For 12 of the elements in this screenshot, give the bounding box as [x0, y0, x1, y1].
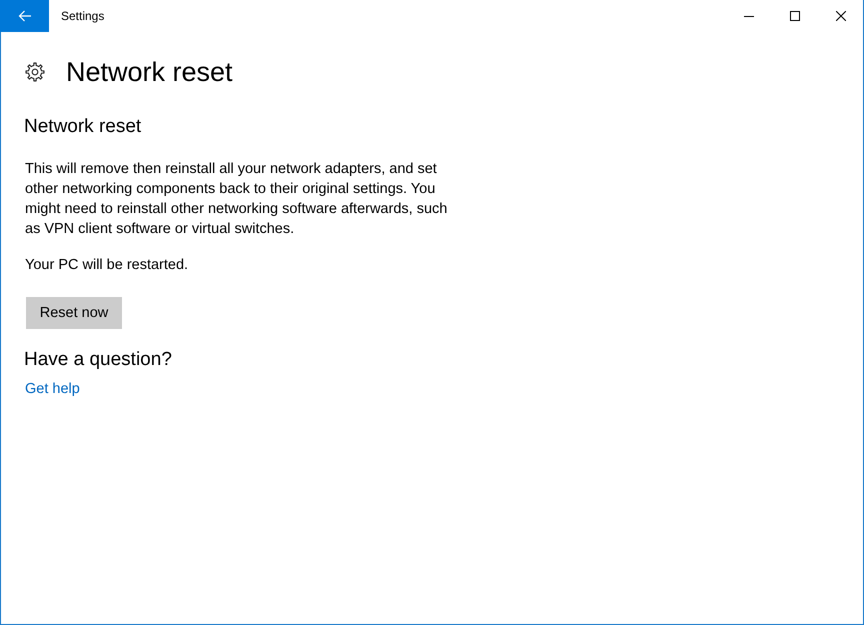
close-icon [836, 11, 846, 21]
page-title: Network reset [66, 56, 233, 88]
section-heading: Network reset [24, 115, 142, 139]
get-help-link[interactable]: Get help [25, 381, 80, 397]
help-heading: Have a question? [24, 348, 172, 372]
description-text: This will remove then reinstall all your network adapters, and set other networking components back to their original settings. You might need to reinstall other networking software afterwards, such as VPN client software or virtual switches. [25, 160, 448, 239]
window-title: Settings [61, 9, 104, 23]
maximize-icon [790, 11, 800, 21]
settings-icon [25, 62, 45, 82]
back-arrow-icon [18, 10, 32, 22]
reset-now-button[interactable]: Reset now [26, 297, 122, 329]
description-text: Your PC will be restarted. [25, 256, 190, 275]
